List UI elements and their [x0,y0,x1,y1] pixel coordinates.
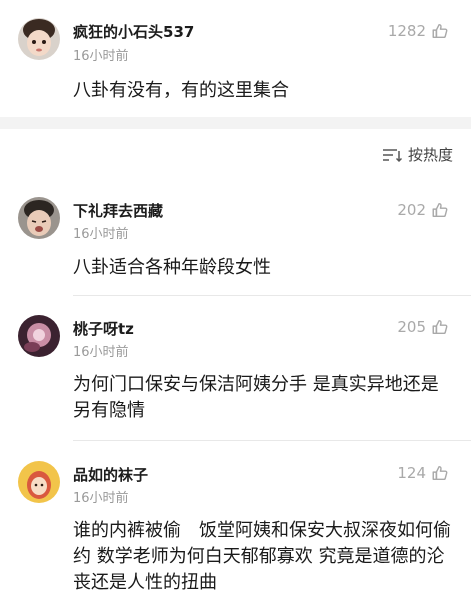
divider [73,440,471,441]
like-count: 205 [397,318,426,336]
like-button[interactable]: 205 [397,318,449,336]
comment-text: 谁的内裤被偷 饭堂阿姨和保安大叔深夜如何偷约 数学老师为何白天郁郁寡欢 究竟是道… [73,520,451,593]
avatar[interactable] [18,18,60,60]
avatar[interactable] [18,197,60,239]
username[interactable]: 疯狂的小石头537 [73,21,194,42]
timestamp: 16小时前 [73,345,129,360]
username[interactable]: 桃子呀tz [73,318,134,339]
section-divider [0,117,471,129]
like-button[interactable]: 202 [397,201,449,219]
thumbs-up-icon [431,318,449,336]
like-count: 1282 [387,22,426,40]
timestamp: 16小时前 [73,49,129,64]
sort-lines-icon [382,147,402,163]
username[interactable]: 下礼拜去西藏 [73,200,163,221]
timestamp: 16小时前 [73,491,129,506]
like-button[interactable]: 1282 [388,22,449,40]
username[interactable]: 品如的袜子 [73,464,148,485]
comment-text: 八卦适合各种年龄段女性 [73,257,271,278]
sort-by-hot-button[interactable]: 按热度 [382,144,453,165]
like-button[interactable]: 124 [397,464,449,482]
thumbs-up-icon [431,464,449,482]
divider [73,295,471,296]
avatar[interactable] [18,315,60,357]
sort-label: 按热度 [407,146,453,164]
comment-text: 为何门口保安与保洁阿姨分手 是真实异地还是另有隐情 [73,374,439,421]
timestamp: 16小时前 [73,227,129,242]
avatar[interactable] [18,461,60,503]
thumbs-up-icon [431,22,449,40]
comment-feed: 疯狂的小石头537 16小时前 1282 八卦有没有，有的这里集合 按热度 下礼… [0,0,471,616]
thumbs-up-icon [431,201,449,219]
like-count: 124 [397,464,426,482]
comment-text: 八卦有没有，有的这里集合 [73,80,289,101]
like-count: 202 [397,201,426,219]
